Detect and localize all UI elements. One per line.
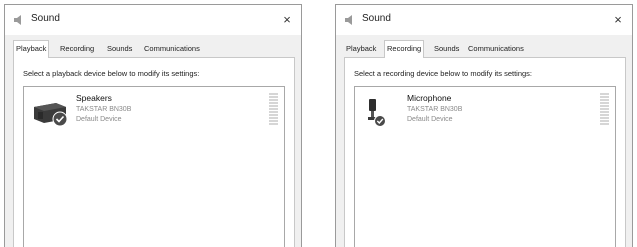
instruction-text: Select a recording device below to modif…: [354, 69, 533, 78]
device-status: Default Device: [76, 116, 122, 123]
check-badge-icon: [374, 115, 386, 127]
tab-strip: Playback Recording Sounds Communications: [13, 40, 293, 58]
level-meter: [600, 93, 609, 127]
device-item-microphone[interactable]: Microphone TAKSTAR BN30B Default Device: [359, 91, 559, 131]
device-list[interactable]: Speakers TAKSTAR BN30B Default Device: [23, 86, 285, 247]
device-list[interactable]: Microphone TAKSTAR BN30B Default Device: [354, 86, 616, 247]
tab-communications[interactable]: Communications: [142, 42, 202, 57]
speaker-icon: [34, 103, 68, 127]
sound-icon: [345, 15, 352, 25]
tab-panel: Select a playback device below to modify…: [13, 57, 295, 247]
window-title: Sound: [362, 13, 391, 24]
tab-recording[interactable]: Recording: [58, 42, 96, 57]
device-item-speakers[interactable]: Speakers TAKSTAR BN30B Default Device: [28, 91, 228, 131]
tab-sounds[interactable]: Sounds: [432, 42, 461, 57]
sound-dialog-playback: Sound × Playback Recording Sounds Commun…: [4, 4, 302, 247]
device-model: TAKSTAR BN30B: [76, 106, 132, 113]
title-bar[interactable]: Sound ×: [336, 5, 632, 35]
tab-communications[interactable]: Communications: [466, 42, 526, 57]
device-model: TAKSTAR BN30B: [407, 106, 463, 113]
tab-playback[interactable]: Playback: [344, 42, 378, 57]
sound-dialog-recording: Sound × Playback Recording Sounds Commun…: [335, 4, 633, 247]
close-button[interactable]: ×: [604, 5, 632, 35]
sound-icon: [14, 15, 21, 25]
device-name: Speakers: [76, 93, 112, 103]
microphone-icon: [368, 99, 386, 127]
instruction-text: Select a playback device below to modify…: [23, 69, 200, 78]
window-title: Sound: [31, 13, 60, 24]
device-name: Microphone: [407, 93, 452, 103]
tab-strip: Playback Recording Sounds Communications: [344, 40, 624, 58]
tab-recording[interactable]: Recording: [384, 40, 425, 58]
device-status: Default Device: [407, 116, 453, 123]
title-bar[interactable]: Sound ×: [5, 5, 301, 35]
check-badge-icon: [52, 111, 68, 127]
tab-panel: Select a recording device below to modif…: [344, 57, 626, 247]
level-meter: [269, 93, 278, 127]
tab-playback[interactable]: Playback: [13, 40, 50, 58]
tab-sounds[interactable]: Sounds: [105, 42, 134, 57]
close-button[interactable]: ×: [273, 5, 301, 35]
